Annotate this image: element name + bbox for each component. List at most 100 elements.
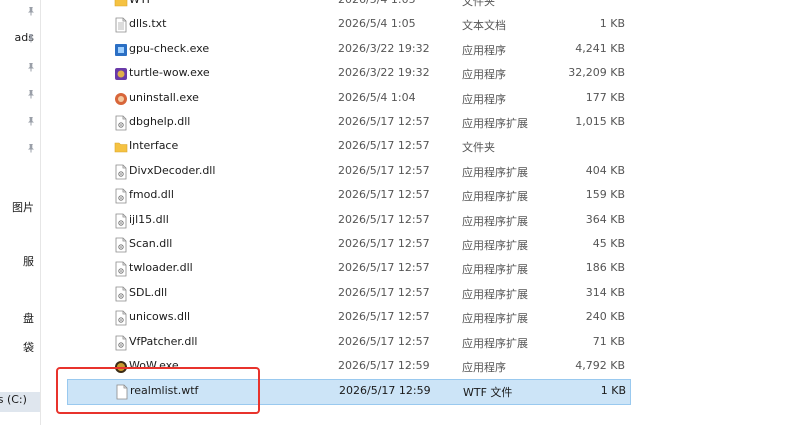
file-name: uninstall.exe xyxy=(129,90,199,104)
file-size: 4,792 KB xyxy=(575,359,625,372)
file-type: 应用程序 xyxy=(462,361,506,374)
file-size: 159 KB xyxy=(585,188,625,202)
file-type: 应用程序扩展 xyxy=(462,117,528,130)
gpu-check-app-icon xyxy=(114,42,128,58)
file-date-modified: 2026/5/17 12:57 xyxy=(338,188,430,202)
file-date-modified: 2026/5/17 12:57 xyxy=(338,237,430,250)
file-date-modified: 2026/5/17 12:59 xyxy=(339,384,431,398)
annotation-highlight-box xyxy=(56,367,260,414)
nav-item[interactable]: ows (C:) xyxy=(0,389,40,413)
file-size: 314 KB xyxy=(585,285,625,299)
file-size: 1 KB xyxy=(600,384,626,398)
file-size: 240 KB xyxy=(585,310,625,324)
pin-icon xyxy=(26,62,36,72)
dll-file-icon xyxy=(114,164,128,180)
file-row[interactable]: DivxDecoder.dll 2026/5/17 12:57 应用程序扩展 404 … xyxy=(67,160,629,184)
file-type: 应用程序扩展 xyxy=(462,239,528,252)
file-date-modified: 2026/5/17 12:57 xyxy=(338,334,430,348)
pin-icon xyxy=(26,143,36,153)
file-row[interactable]: ijl15.dll 2026/5/17 12:57 应用程序扩展 364 KB xyxy=(67,209,629,233)
nav-item-label: ows (C:) xyxy=(0,393,27,406)
nav-item[interactable]: 服 xyxy=(0,249,40,273)
nav-item[interactable] xyxy=(0,83,40,107)
file-row[interactable]: Interface 2026/5/17 12:57 文件夹 xyxy=(67,135,629,159)
file-row[interactable]: uninstall.exe 2026/5/4 1:04 应用程序 177 KB xyxy=(67,87,629,111)
dll-file-icon xyxy=(114,188,128,204)
file-type: 文本文档 xyxy=(462,19,506,33)
pin-icon xyxy=(26,89,36,99)
dll-file-icon xyxy=(114,213,128,229)
folder-icon xyxy=(114,139,128,155)
file-name: gpu-check.exe xyxy=(129,41,210,55)
file-name: Interface xyxy=(129,139,179,153)
file-date-modified: 2026/5/4 1:04 xyxy=(338,90,416,104)
dll-file-icon xyxy=(114,335,128,351)
file-row[interactable]: SDL.dll 2026/5/17 12:57 应用程序扩展 314 KB xyxy=(67,282,629,306)
file-size: 177 KB xyxy=(585,90,625,104)
nav-item[interactable] xyxy=(0,0,40,24)
file-date-modified: 2026/5/17 12:57 xyxy=(338,212,430,226)
nav-item[interactable]: 盘 xyxy=(0,306,40,330)
nav-item[interactable] xyxy=(0,137,40,161)
pin-icon xyxy=(26,33,36,43)
nav-item[interactable] xyxy=(0,56,40,80)
file-name: VfPatcher.dll xyxy=(129,334,198,348)
file-list: WTF 2026/5/4 1:05 文件夹 dlls.txt 2026/5/4 1:05… xyxy=(41,0,800,425)
pin-icon xyxy=(26,116,36,126)
file-name: WTF xyxy=(129,0,153,6)
nav-item-label: 图片 xyxy=(12,201,34,214)
file-name: ijl15.dll xyxy=(129,212,169,226)
file-date-modified: 2026/5/17 12:59 xyxy=(338,359,430,372)
file-row[interactable]: WTF 2026/5/4 1:05 文件夹 xyxy=(67,0,629,13)
file-date-modified: 2026/5/17 12:57 xyxy=(338,139,430,153)
file-name: turtle-wow.exe xyxy=(129,66,210,80)
file-type: 应用程序扩展 xyxy=(462,312,528,326)
nav-item[interactable] xyxy=(0,110,40,134)
file-type: 应用程序扩展 xyxy=(462,263,528,277)
file-date-modified: 2026/3/22 19:32 xyxy=(338,41,430,55)
file-row[interactable]: dbghelp.dll 2026/5/17 12:57 应用程序扩展 1,015 KB xyxy=(67,111,629,135)
file-type: 应用程序 xyxy=(462,68,506,82)
nav-item[interactable]: 图片 xyxy=(0,195,40,219)
file-size: 1 KB xyxy=(599,17,625,31)
nav-item-label: 服 xyxy=(23,255,34,268)
file-name: DivxDecoder.dll xyxy=(129,163,216,177)
dll-file-icon xyxy=(114,261,128,277)
file-name: dbghelp.dll xyxy=(129,115,191,128)
file-size: 71 KB xyxy=(592,334,625,348)
file-size: 32,209 KB xyxy=(568,66,625,80)
file-type: 应用程序扩展 xyxy=(462,336,528,350)
file-date-modified: 2026/5/17 12:57 xyxy=(338,261,430,275)
file-row[interactable]: Scan.dll 2026/5/17 12:57 应用程序扩展 45 KB xyxy=(67,233,629,257)
nav-item[interactable]: ads xyxy=(0,27,40,51)
file-size: 1,015 KB xyxy=(575,115,625,128)
file-date-modified: 2026/5/4 1:05 xyxy=(338,0,416,6)
file-row[interactable]: VfPatcher.dll 2026/5/17 12:57 应用程序扩展 71 KB xyxy=(67,331,629,355)
file-row[interactable]: twloader.dll 2026/5/17 12:57 应用程序扩展 186 KB xyxy=(67,257,629,281)
file-type: WTF 文件 xyxy=(463,386,513,400)
file-row[interactable]: gpu-check.exe 2026/3/22 19:32 应用程序 4,241 KB xyxy=(67,38,629,62)
file-date-modified: 2026/5/17 12:57 xyxy=(338,285,430,299)
navigation-pane: ads 图片服盘袋 ows (C:) xyxy=(0,0,40,425)
nav-item[interactable]: 袋 xyxy=(0,335,40,359)
file-row[interactable]: unicows.dll 2026/5/17 12:57 应用程序扩展 240 KB xyxy=(67,306,629,330)
file-row[interactable]: turtle-wow.exe 2026/3/22 19:32 应用程序 32,209 … xyxy=(67,62,629,86)
file-date-modified: 2026/5/4 1:05 xyxy=(338,17,416,31)
file-date-modified: 2026/5/17 12:57 xyxy=(338,115,430,128)
file-size: 404 KB xyxy=(585,163,625,177)
file-name: dlls.txt xyxy=(129,17,167,31)
file-type: 应用程序扩展 xyxy=(462,287,528,301)
file-type: 应用程序扩展 xyxy=(462,190,528,204)
nav-item-label: 盘 xyxy=(23,312,34,325)
file-type: 文件夹 xyxy=(462,141,495,155)
file-name: SDL.dll xyxy=(129,285,168,299)
dll-file-icon xyxy=(114,115,128,131)
file-row[interactable]: fmod.dll 2026/5/17 12:57 应用程序扩展 159 KB xyxy=(67,184,629,208)
file-name: twloader.dll xyxy=(129,261,193,275)
file-type: 应用程序扩展 xyxy=(462,214,528,228)
file-date-modified: 2026/3/22 19:32 xyxy=(338,66,430,80)
file-type: 应用程序 xyxy=(462,43,506,57)
file-row[interactable]: dlls.txt 2026/5/4 1:05 文本文档 1 KB xyxy=(67,13,629,37)
file-size: 45 KB xyxy=(592,237,625,250)
file-date-modified: 2026/5/17 12:57 xyxy=(338,310,430,324)
